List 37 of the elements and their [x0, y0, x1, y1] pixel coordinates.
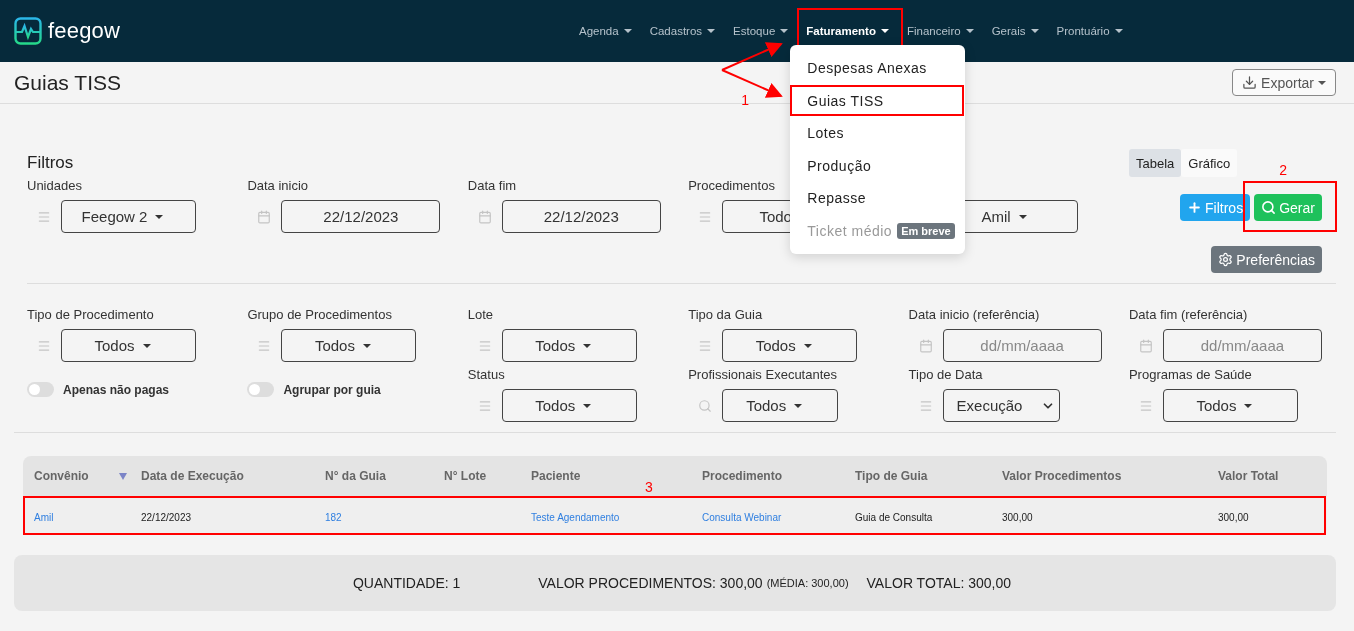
field-label: Programas de Saúde: [1128, 366, 1253, 383]
menu-item-label: Repasse: [807, 190, 867, 207]
field-label: Tipo de Data: [908, 366, 984, 383]
field-label: Lote: [467, 306, 495, 323]
table-cell: 300,00: [1002, 511, 1033, 523]
toggle-label: Apenas não pagas: [63, 382, 170, 397]
table-cell: 22/12/2023: [141, 511, 192, 523]
summary-text: VALOR PROCEDIMENTOS: 300,00: [538, 575, 763, 591]
field-label: Status: [467, 366, 506, 383]
page-title: Guias TISS: [14, 70, 121, 95]
menu-item-label: Ticket médio: [807, 222, 893, 239]
summary-note: (MÉDIA: 300,00): [766, 577, 849, 589]
field-label: Data fim (referência): [1128, 306, 1249, 323]
field-label: Tipo da Guia: [688, 306, 764, 323]
field-label: Grupo de Procedimentos: [247, 306, 393, 323]
menu-item-label: Guias TISS: [807, 92, 884, 109]
table-cell: Guia de Consulta: [855, 511, 933, 523]
table-cell: 300,00: [1218, 511, 1249, 523]
field-label: Data inicio (referência): [908, 306, 1041, 323]
brand-name: feegow: [48, 18, 121, 44]
field-label: Data inicio: [247, 177, 310, 194]
callout-number: 2: [1279, 162, 1287, 178]
summary-text: QUANTIDADE: 1: [352, 575, 461, 591]
field-label: Data fim: [467, 177, 518, 194]
summary-text: VALOR TOTAL: 300,00: [866, 575, 1012, 591]
menu-item-label: Produção: [807, 157, 872, 174]
callout-number: 3: [645, 479, 653, 495]
toggle-label: Agrupar por guia: [283, 382, 381, 397]
field-label: Profissionais Executantes: [688, 366, 839, 383]
menu-item-label: Lotes: [807, 125, 845, 142]
status-badge: Em breve: [897, 222, 955, 239]
callout-number: 1: [741, 92, 750, 108]
field-label: Procedimentos: [688, 177, 776, 194]
field-label: Tipo de Procedimento: [27, 306, 155, 323]
field-label: Unidades: [27, 177, 83, 194]
menu-item-label: Despesas Anexas: [807, 60, 927, 77]
section-title: Filtros: [27, 152, 75, 174]
